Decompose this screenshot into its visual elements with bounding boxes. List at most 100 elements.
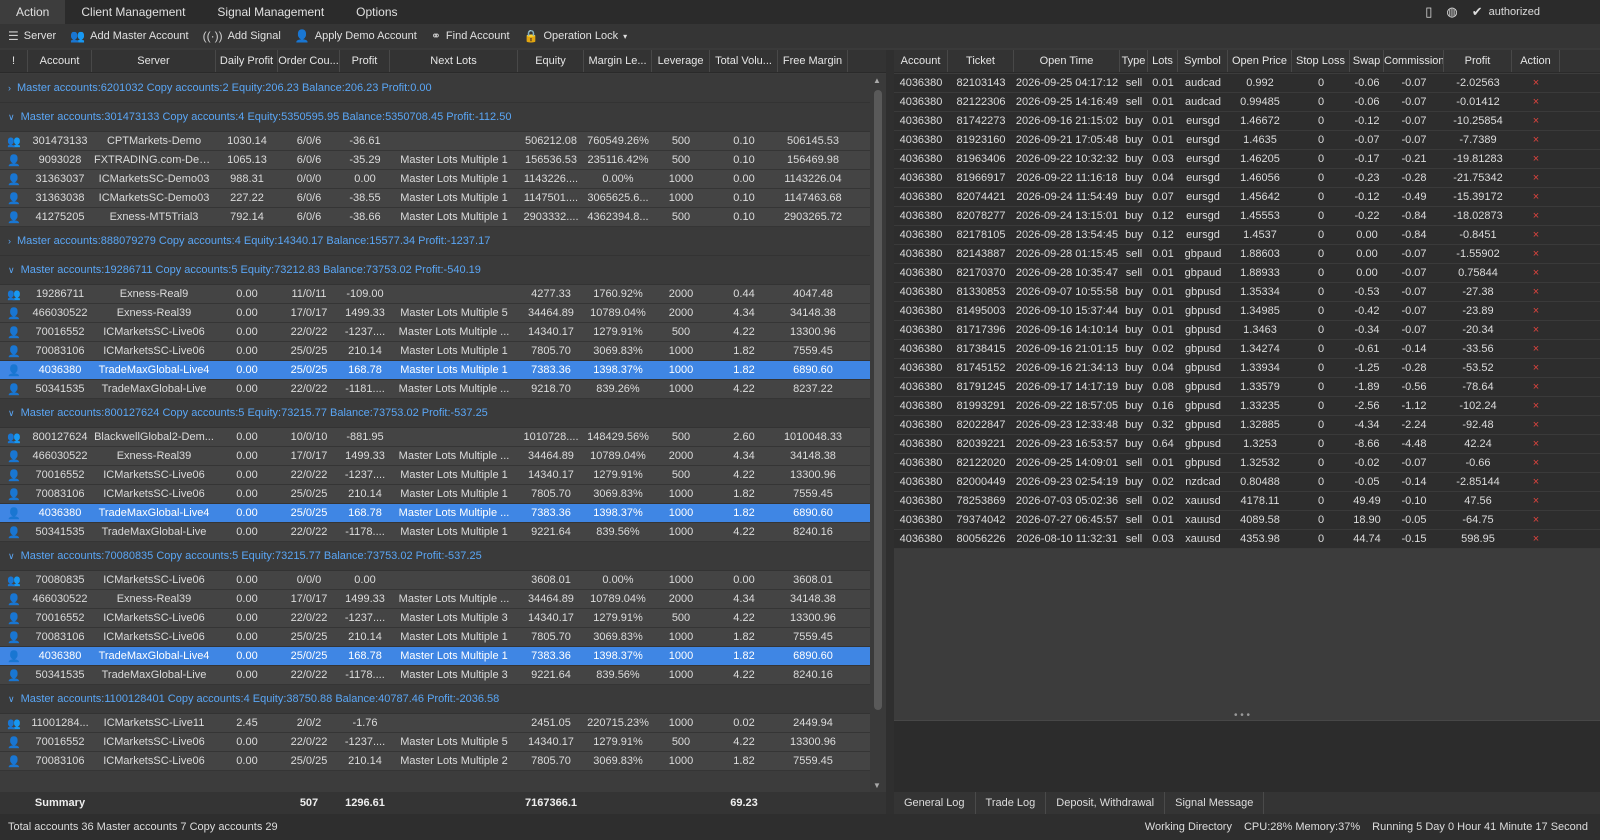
chevron-down-icon[interactable]: ∨ — [8, 265, 15, 275]
order-row[interactable]: 4036380 81745152 2026-09-16 21:34:13 buy 0.0… — [894, 359, 1600, 378]
server-button[interactable]: ☰ Server — [8, 29, 56, 43]
close-order-icon[interactable]: × — [1533, 115, 1539, 127]
order-col-header[interactable]: Commission — [1384, 50, 1444, 72]
close-order-icon[interactable]: × — [1533, 476, 1539, 488]
order-row[interactable]: 4036380 82170370 2026-09-28 10:35:47 sell 0.… — [894, 264, 1600, 283]
order-row[interactable]: 4036380 81717396 2026-09-16 14:10:14 buy 0.0… — [894, 321, 1600, 340]
close-order-icon[interactable]: × — [1533, 134, 1539, 146]
account-row[interactable]: 👤 50341535 TradeMaxGlobal-Live 0.00 22/0/22 -… — [0, 523, 870, 542]
master-group-row[interactable]: ∨ Master accounts:1100128401 Copy account… — [0, 685, 870, 714]
account-row[interactable]: 👤 4036380 TradeMaxGlobal-Live4 0.00 25/0/25 1… — [0, 647, 870, 666]
scroll-down-icon[interactable]: ▼ — [873, 781, 881, 790]
tab-deposit-withdrawal[interactable]: Deposit, Withdrawal — [1046, 792, 1166, 814]
order-row[interactable]: 4036380 81495003 2026-09-10 15:37:44 buy 0.0… — [894, 302, 1600, 321]
order-row[interactable]: 4036380 81742273 2026-09-16 21:15:02 buy 0.0… — [894, 112, 1600, 131]
account-row[interactable]: 👤 70016552 ICMarketsSC-Live06 0.00 22/0/22 -1… — [0, 323, 870, 342]
account-row[interactable]: 👤 466030522 Exness-Real39 0.00 17/0/17 1499.3… — [0, 590, 870, 609]
order-row[interactable]: 4036380 82074421 2026-09-24 11:54:49 buy 0.0… — [894, 188, 1600, 207]
order-col-header[interactable]: Swap — [1350, 50, 1384, 72]
order-col-header[interactable]: Open Time — [1014, 50, 1120, 72]
order-row[interactable]: 4036380 82122306 2026-09-25 14:16:49 sell 0.… — [894, 93, 1600, 112]
account-row[interactable]: 👤 70083106 ICMarketsSC-Live06 0.00 25/0/25 21… — [0, 342, 870, 361]
close-order-icon[interactable]: × — [1533, 343, 1539, 355]
account-row[interactable]: 👥 19286711 Exness-Real9 0.00 11/0/11 -109.00 4… — [0, 285, 870, 304]
accounts-scrollbar[interactable]: ▲ ▼ — [870, 74, 886, 792]
close-order-icon[interactable]: × — [1533, 305, 1539, 317]
close-order-icon[interactable]: × — [1533, 229, 1539, 241]
account-row[interactable]: 👥 301473133 CPTMarkets-Demo 1030.14 6/0/6 -36… — [0, 132, 870, 151]
account-row[interactable]: 👤 466030522 Exness-Real39 0.00 17/0/17 1499.3… — [0, 304, 870, 323]
tab-general-log[interactable]: General Log — [894, 792, 976, 814]
order-row[interactable]: 4036380 81923160 2026-09-21 17:05:48 buy 0.0… — [894, 131, 1600, 150]
account-row[interactable]: 👥 11001284... ICMarketsSC-Live11 2.45 2/0/2 -… — [0, 714, 870, 733]
col-header[interactable]: Leverage — [652, 50, 710, 72]
close-order-icon[interactable]: × — [1533, 210, 1539, 222]
close-order-icon[interactable]: × — [1533, 400, 1539, 412]
menu-options[interactable]: Options — [340, 0, 413, 24]
chevron-down-icon[interactable]: ∨ — [8, 112, 15, 122]
close-order-icon[interactable]: × — [1533, 267, 1539, 279]
add-signal-button[interactable]: ((·)) Add Signal — [203, 29, 281, 43]
panel-splitter[interactable] — [886, 50, 894, 814]
account-row[interactable]: 👤 70016552 ICMarketsSC-Live06 0.00 22/0/22 -1… — [0, 733, 870, 752]
close-order-icon[interactable]: × — [1533, 514, 1539, 526]
order-row[interactable]: 4036380 82178105 2026-09-28 13:54:45 buy 0.1… — [894, 226, 1600, 245]
close-order-icon[interactable]: × — [1533, 419, 1539, 431]
close-order-icon[interactable]: × — [1533, 191, 1539, 203]
menu-signal-management[interactable]: Signal Management — [201, 0, 340, 24]
order-row[interactable]: 4036380 81966917 2026-09-22 11:16:18 buy 0.0… — [894, 169, 1600, 188]
panel-toggle-icon[interactable]: ▯ — [1425, 4, 1432, 20]
working-directory-link[interactable]: Working Directory — [1145, 821, 1232, 833]
account-row[interactable]: 👤 70083106 ICMarketsSC-Live06 0.00 25/0/25 21… — [0, 485, 870, 504]
chevron-down-icon[interactable]: ∨ — [8, 408, 15, 418]
tab-signal-message[interactable]: Signal Message — [1165, 792, 1265, 814]
chevron-down-icon[interactable]: ∨ — [8, 551, 15, 561]
order-row[interactable]: 4036380 81738415 2026-09-16 21:01:15 buy 0.0… — [894, 340, 1600, 359]
close-order-icon[interactable]: × — [1533, 495, 1539, 507]
order-row[interactable]: 4036380 81993291 2026-09-22 18:57:05 buy 0.1… — [894, 397, 1600, 416]
order-col-header[interactable]: Lots — [1148, 50, 1178, 72]
order-col-header[interactable]: Profit — [1444, 50, 1512, 72]
account-row[interactable]: 👤 50341535 TradeMaxGlobal-Live 0.00 22/0/22 -… — [0, 666, 870, 685]
operation-lock-button[interactable]: 🔒 Operation Lock ▾ — [524, 29, 628, 43]
account-row[interactable]: 👥 800127624 BlackwellGlobal2-Dem... 0.00 10/… — [0, 428, 870, 447]
col-header[interactable]: Account — [28, 50, 92, 72]
order-row[interactable]: 4036380 82122020 2026-09-25 14:09:01 sell 0.… — [894, 454, 1600, 473]
order-row[interactable]: 4036380 81963406 2026-09-22 10:32:32 buy 0.0… — [894, 150, 1600, 169]
close-order-icon[interactable]: × — [1533, 153, 1539, 165]
tab-trade-log[interactable]: Trade Log — [976, 792, 1047, 814]
order-row[interactable]: 4036380 80056226 2026-08-10 11:32:31 sell 0.… — [894, 530, 1600, 549]
order-col-header[interactable]: Open Price — [1228, 50, 1292, 72]
close-order-icon[interactable]: × — [1533, 533, 1539, 545]
order-row[interactable]: 4036380 82000449 2026-09-23 02:54:19 buy 0.0… — [894, 473, 1600, 492]
col-header[interactable]: ! — [0, 50, 28, 72]
col-header[interactable]: Equity — [518, 50, 584, 72]
account-row[interactable]: 👤 466030522 Exness-Real39 0.00 17/0/17 1499.3… — [0, 447, 870, 466]
close-order-icon[interactable]: × — [1533, 248, 1539, 260]
account-row[interactable]: 👤 70083106 ICMarketsSC-Live06 0.00 25/0/25 21… — [0, 628, 870, 647]
globe-icon[interactable]: ◍ — [1446, 4, 1457, 20]
account-row[interactable]: 👤 31363038 ICMarketsSC-Demo03 227.22 6/0/6 -3… — [0, 189, 870, 208]
account-row[interactable]: 👤 4036380 TradeMaxGlobal-Live4 0.00 25/0/25 1… — [0, 504, 870, 523]
close-order-icon[interactable]: × — [1533, 457, 1539, 469]
chevron-down-icon[interactable]: ∨ — [8, 694, 15, 704]
close-order-icon[interactable]: × — [1533, 96, 1539, 108]
order-row[interactable]: 4036380 81330853 2026-09-07 10:55:58 buy 0.0… — [894, 283, 1600, 302]
order-row[interactable]: 4036380 82039221 2026-09-23 16:53:57 buy 0.6… — [894, 435, 1600, 454]
order-col-header[interactable]: Ticket — [948, 50, 1014, 72]
account-row[interactable]: 👤 70083106 ICMarketsSC-Live06 0.00 25/0/25 21… — [0, 752, 870, 771]
account-row[interactable]: 👤 50341535 TradeMaxGlobal-Live 0.00 22/0/22 -… — [0, 380, 870, 399]
account-row[interactable]: 👤 70016552 ICMarketsSC-Live06 0.00 22/0/22 -1… — [0, 609, 870, 628]
order-col-header[interactable]: Account — [894, 50, 948, 72]
menu-action[interactable]: Action — [0, 0, 66, 24]
order-col-header[interactable]: Type — [1120, 50, 1148, 72]
order-row[interactable]: 4036380 82078277 2026-09-24 13:15:01 buy 0.1… — [894, 207, 1600, 226]
order-row[interactable]: 4036380 78253869 2026-07-03 05:02:36 sell 0.… — [894, 492, 1600, 511]
order-col-header[interactable]: Stop Loss — [1292, 50, 1350, 72]
find-account-button[interactable]: ⚭ Find Account — [431, 29, 510, 43]
order-row[interactable]: 4036380 82143887 2026-09-28 01:15:45 sell 0.… — [894, 245, 1600, 264]
menu-client-management[interactable]: Client Management — [65, 0, 201, 24]
master-group-row[interactable]: › Master accounts:888079279 Copy accounts… — [0, 227, 870, 256]
col-header[interactable]: Free Margin — [778, 50, 848, 72]
col-header[interactable]: Margin Le... — [584, 50, 652, 72]
